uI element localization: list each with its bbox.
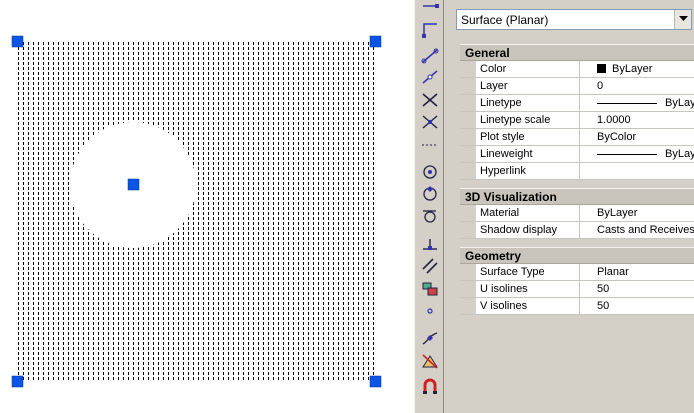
property-row-u-isolines[interactable]: U isolines 50 [460,281,694,298]
lineweight-sample-icon [597,153,657,155]
perpendicular-icon[interactable] [420,235,440,253]
section-geometry: Geometry Surface Type Planar U isolines … [460,247,694,315]
section-header-geometry[interactable]: Geometry [460,247,694,264]
object-type-value: Surface (Planar) [461,13,549,27]
properties-palette: Surface (Planar) General Color ByLayer L… [444,0,694,413]
linetype-sample-icon [597,102,657,104]
property-label: Linetype scale [460,112,580,128]
surface-isolines [18,42,376,382]
center-icon[interactable] [420,163,440,181]
node-icon[interactable] [420,301,440,319]
property-row-shadow-display[interactable]: Shadow display Casts and Receives [460,222,694,239]
ray-icon[interactable] [420,68,440,86]
apparent-intersection-icon[interactable] [420,113,440,131]
quadrant-icon[interactable] [420,185,440,203]
property-label: Linetype [460,95,580,111]
grip-top-right[interactable] [369,35,382,48]
intersection-icon[interactable] [420,91,440,109]
section-3d-visualization: 3D Visualization Material ByLayer Shadow… [460,188,694,239]
object-snap-toolbar [414,0,444,413]
property-value[interactable]: 1.0000 [580,112,694,128]
property-label: Hyperlink [460,163,580,179]
property-value[interactable]: ByLayer [580,146,694,162]
property-label: Color [460,61,580,77]
property-row-material[interactable]: Material ByLayer [460,205,694,222]
property-value[interactable]: 0 [580,78,694,94]
property-row-plot-style[interactable]: Plot style ByColor [460,129,694,146]
parallel-icon[interactable] [420,257,440,275]
color-swatch-icon [597,64,606,73]
property-label: Plot style [460,129,580,145]
property-row-surface-type[interactable]: Surface Type Planar [460,264,694,281]
insert-icon[interactable] [420,280,440,298]
snap-none-icon[interactable] [420,352,440,370]
section-header-3d-visualization[interactable]: 3D Visualization [460,188,694,205]
property-row-color[interactable]: Color ByLayer [460,61,694,78]
property-value[interactable]: 50 [580,298,694,314]
property-label: Layer [460,78,580,94]
property-value[interactable]: 50 [580,281,694,297]
dropdown-arrow-icon[interactable] [674,10,691,29]
palette-top-strip [444,0,694,5]
drawing-canvas[interactable] [0,0,414,413]
property-label: Lineweight [460,146,580,162]
property-label: U isolines [460,281,580,297]
object-type-dropdown[interactable]: Surface (Planar) [456,9,692,30]
grip-hole-center[interactable] [127,178,140,191]
property-row-layer[interactable]: Layer 0 [460,78,694,95]
property-value[interactable]: ByLayer [580,95,694,111]
section-general: General Color ByLayer Layer 0 Linetype B… [460,44,694,180]
property-label: Shadow display [460,222,580,238]
grip-top-left[interactable] [11,35,24,48]
grip-bottom-left[interactable] [11,375,24,388]
polyline-icon[interactable] [420,20,440,38]
property-value[interactable]: ByLayer [580,61,694,77]
line-icon[interactable] [420,0,440,18]
planar-surface-drawing[interactable] [0,0,414,413]
property-label: Surface Type [460,264,580,280]
property-row-linetype-scale[interactable]: Linetype scale 1.0000 [460,112,694,129]
property-value[interactable]: ByLayer [580,205,694,221]
construction-line-icon[interactable] [420,47,440,65]
nearest-icon[interactable] [420,329,440,347]
property-row-lineweight[interactable]: Lineweight ByLayer [460,146,694,163]
grip-bottom-right[interactable] [369,375,382,388]
property-value[interactable] [580,163,694,179]
property-value[interactable]: ByColor [580,129,694,145]
tangent-icon[interactable] [420,207,440,225]
extension-icon[interactable] [420,136,440,154]
property-label: V isolines [460,298,580,314]
property-row-v-isolines[interactable]: V isolines 50 [460,298,694,315]
property-row-linetype[interactable]: Linetype ByLayer [460,95,694,112]
property-value[interactable]: Planar [580,264,694,280]
property-value[interactable]: Casts and Receives [580,222,694,238]
section-header-general[interactable]: General [460,44,694,61]
osnap-settings-icon[interactable] [420,377,440,395]
property-label: Material [460,205,580,221]
property-row-hyperlink[interactable]: Hyperlink [460,163,694,180]
